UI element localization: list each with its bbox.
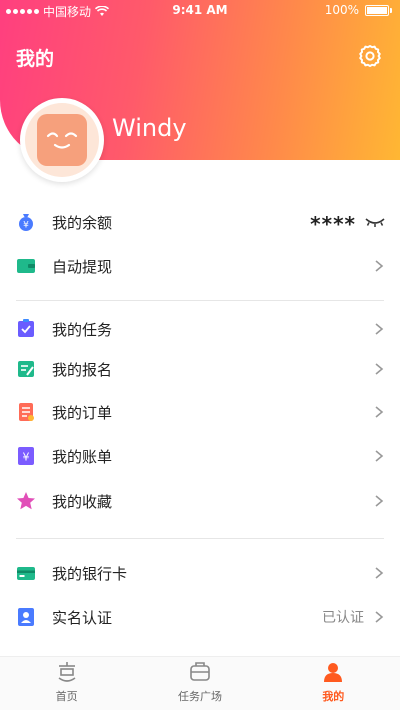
signups-label: 我的报名 bbox=[52, 360, 113, 379]
chevron-right-icon bbox=[375, 495, 384, 507]
settings-button[interactable] bbox=[356, 42, 384, 70]
page-title: 我的 bbox=[16, 48, 55, 70]
list-item-auto-withdraw[interactable]: 自动提现 bbox=[0, 244, 400, 288]
tab-bar: 首页 任务广场 我的 bbox=[0, 656, 400, 710]
svg-text:¥: ¥ bbox=[23, 221, 29, 231]
list-item-tasks[interactable]: 我的任务 bbox=[0, 307, 400, 351]
chevron-right-icon bbox=[375, 567, 384, 579]
chevron-right-icon bbox=[375, 406, 384, 418]
chevron-right-icon bbox=[375, 450, 384, 462]
tab-profile[interactable]: 我的 bbox=[267, 657, 400, 710]
bills-label: 我的账单 bbox=[52, 447, 113, 466]
tasks-label: 我的任务 bbox=[52, 320, 113, 339]
real-name-right: 已认证 bbox=[322, 607, 386, 627]
list-item-favorites[interactable]: 我的收藏 bbox=[0, 479, 400, 523]
battery-tip bbox=[390, 7, 392, 13]
eye-closed-icon[interactable] bbox=[364, 215, 386, 229]
home-icon bbox=[58, 662, 76, 682]
bills-right bbox=[372, 449, 386, 463]
auto-withdraw-right bbox=[372, 259, 386, 273]
list-item-signups[interactable]: 我的报名 bbox=[0, 347, 400, 391]
tab-home-label: 首页 bbox=[55, 690, 78, 703]
auto-withdraw-label: 自动提现 bbox=[52, 257, 113, 276]
tab-task-square[interactable]: 任务广场 bbox=[133, 657, 266, 710]
battery-icon bbox=[365, 4, 389, 16]
chevron-right-icon bbox=[375, 611, 384, 623]
list-item-bank-card[interactable]: 我的银行卡 bbox=[0, 551, 400, 595]
signup-icon bbox=[16, 359, 36, 379]
list-item-bills[interactable]: ¥ 我的账单 bbox=[0, 434, 400, 478]
tab-profile-label: 我的 bbox=[322, 690, 345, 703]
signups-right bbox=[372, 362, 386, 376]
battery-percent: 100% bbox=[324, 3, 359, 17]
bill-icon: ¥ bbox=[16, 446, 36, 466]
section-divider bbox=[16, 538, 384, 539]
tab-home[interactable]: 首页 bbox=[0, 657, 133, 710]
verified-status: 已认证 bbox=[322, 610, 364, 626]
orders-label: 我的订单 bbox=[52, 403, 113, 422]
balance-value: **** bbox=[310, 212, 356, 236]
orders-right bbox=[372, 405, 386, 419]
tab-task-square-label: 任务广场 bbox=[177, 690, 222, 703]
username: Windy bbox=[112, 114, 187, 142]
avatar-face-icon bbox=[37, 114, 87, 166]
list-item-real-name[interactable]: 实名认证 已认证 bbox=[0, 595, 400, 639]
money-bag-icon: ¥ bbox=[16, 212, 36, 232]
task-square-icon bbox=[190, 662, 210, 681]
gear-icon bbox=[359, 45, 381, 67]
avatar[interactable] bbox=[20, 98, 104, 182]
favorites-right bbox=[372, 494, 386, 508]
task-icon bbox=[16, 319, 36, 339]
order-icon bbox=[16, 402, 36, 422]
bank-card-right bbox=[372, 566, 386, 580]
list-item-balance[interactable]: ¥ 我的余额 **** bbox=[0, 200, 400, 244]
profile-icon bbox=[324, 663, 343, 682]
status-bar: 中国移动 9:41 AM 100% bbox=[0, 0, 400, 22]
star-icon bbox=[16, 491, 36, 511]
chevron-right-icon bbox=[375, 363, 384, 375]
real-name-label: 实名认证 bbox=[52, 608, 113, 627]
wallet-icon bbox=[16, 256, 36, 276]
svg-text:¥: ¥ bbox=[23, 451, 30, 464]
status-right: 100% bbox=[325, 3, 392, 17]
balance-label: 我的余额 bbox=[52, 213, 113, 232]
section-divider bbox=[16, 300, 384, 301]
tasks-right bbox=[372, 322, 386, 336]
favorites-label: 我的收藏 bbox=[52, 492, 113, 511]
avatar-inner bbox=[25, 103, 99, 177]
balance-right: **** bbox=[310, 208, 386, 236]
list-item-orders[interactable]: 我的订单 bbox=[0, 390, 400, 434]
chevron-right-icon bbox=[375, 260, 384, 272]
chevron-right-icon bbox=[375, 323, 384, 335]
id-card-icon bbox=[16, 607, 36, 627]
bank-card-icon bbox=[16, 563, 36, 583]
bank-card-label: 我的银行卡 bbox=[52, 564, 128, 583]
